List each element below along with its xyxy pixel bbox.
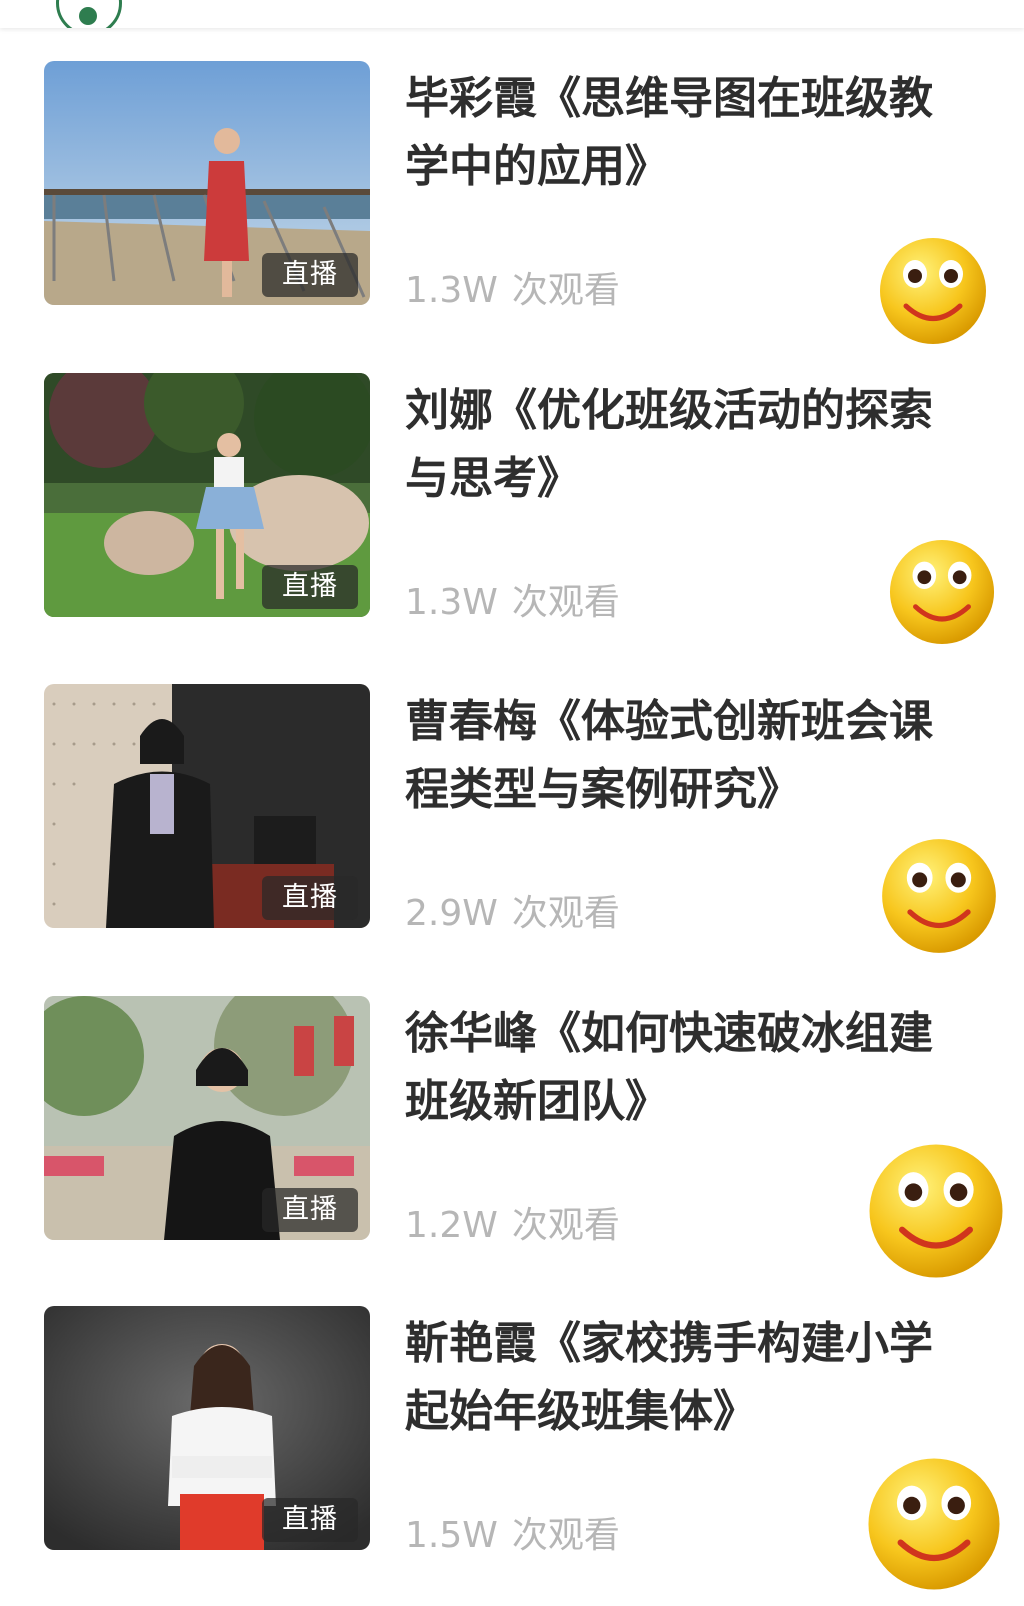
video-thumbnail[interactable]: 直播 <box>44 996 370 1240</box>
view-count: 1.3W 次观看 <box>405 573 620 625</box>
video-title[interactable]: 徐华峰《如何快速破冰组建班级新团队》 <box>405 1000 965 1136</box>
smiley-face-icon[interactable] <box>867 1142 1005 1280</box>
top-bar <box>0 0 1024 28</box>
view-count-value: 1.2W <box>405 1205 498 1246</box>
smiley-face-icon[interactable] <box>878 236 988 346</box>
video-thumbnail[interactable]: 直播 <box>44 684 370 928</box>
view-count-value: 1.3W <box>405 582 498 623</box>
list-item[interactable]: 直播 徐华峰《如何快速破冰组建班级新团队》 1.2W 次观看 <box>0 996 1024 1296</box>
video-title[interactable]: 刘娜《优化班级活动的探索与思考》 <box>405 377 965 513</box>
view-count-value: 1.5W <box>405 1515 498 1556</box>
view-count-label: 次观看 <box>511 270 620 311</box>
live-badge: 直播 <box>262 253 358 297</box>
view-count-label: 次观看 <box>511 582 620 623</box>
video-title[interactable]: 靳艳霞《家校携手构建小学起始年级班集体》 <box>405 1310 965 1446</box>
view-count: 1.3W 次观看 <box>405 261 620 313</box>
live-badge: 直播 <box>262 565 358 609</box>
view-count-value: 2.9W <box>405 893 498 934</box>
list-item[interactable]: 直播 刘娜《优化班级活动的探索与思考》 1.3W 次观看 <box>0 373 1024 673</box>
smiley-face-icon[interactable] <box>888 538 996 646</box>
logo <box>56 0 122 28</box>
view-count-value: 1.3W <box>405 270 498 311</box>
smiley-face-icon[interactable] <box>880 837 998 955</box>
view-count: 1.5W 次观看 <box>405 1506 620 1558</box>
video-thumbnail[interactable]: 直播 <box>44 61 370 305</box>
list-item[interactable]: 直播 毕彩霞《思维导图在班级教学中的应用》 1.3W 次观看 <box>0 61 1024 361</box>
list-item[interactable]: 直播 曹春梅《体验式创新班会课程类型与案例研究》 2.9W 次观看 <box>0 684 1024 984</box>
video-thumbnail[interactable]: 直播 <box>44 1306 370 1550</box>
list-item[interactable]: 直播 靳艳霞《家校携手构建小学起始年级班集体》 1.5W 次观看 <box>0 1306 1024 1606</box>
view-count: 2.9W 次观看 <box>405 884 620 936</box>
smiley-face-icon[interactable] <box>866 1456 1002 1592</box>
live-badge: 直播 <box>262 876 358 920</box>
video-title[interactable]: 毕彩霞《思维导图在班级教学中的应用》 <box>405 65 965 201</box>
video-thumbnail[interactable]: 直播 <box>44 373 370 617</box>
live-badge: 直播 <box>262 1498 358 1542</box>
view-count-label: 次观看 <box>511 893 620 934</box>
video-title[interactable]: 曹春梅《体验式创新班会课程类型与案例研究》 <box>405 688 965 824</box>
view-count-label: 次观看 <box>511 1515 620 1556</box>
live-badge: 直播 <box>262 1188 358 1232</box>
view-count-label: 次观看 <box>511 1205 620 1246</box>
view-count: 1.2W 次观看 <box>405 1196 620 1248</box>
